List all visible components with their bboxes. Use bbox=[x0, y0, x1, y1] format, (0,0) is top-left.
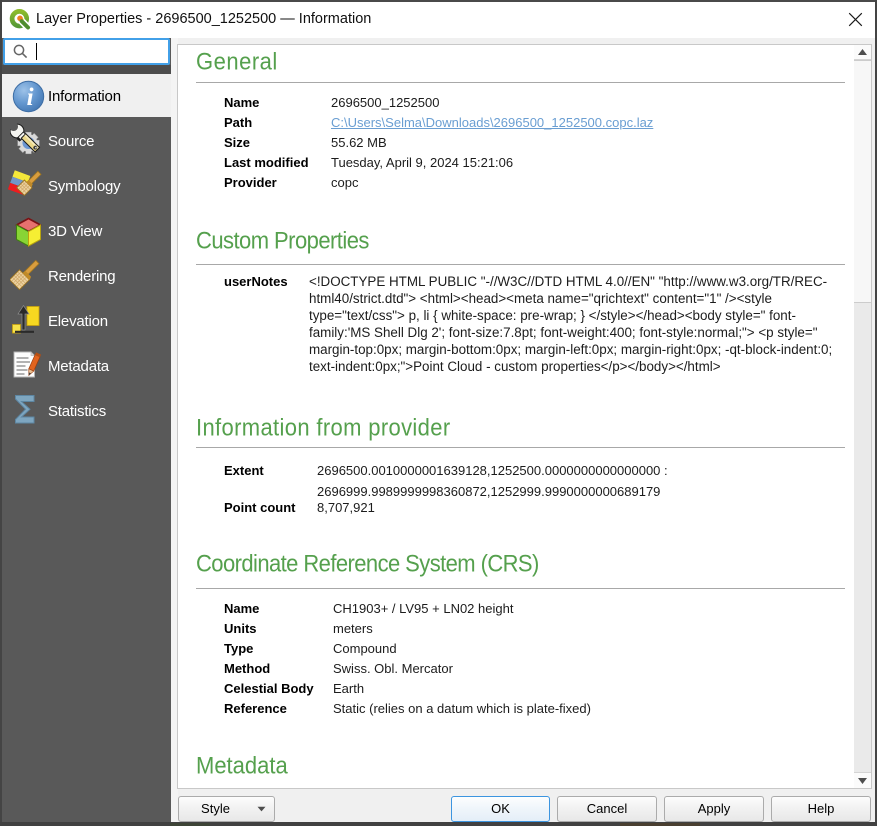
svg-text:i: i bbox=[27, 84, 34, 111]
